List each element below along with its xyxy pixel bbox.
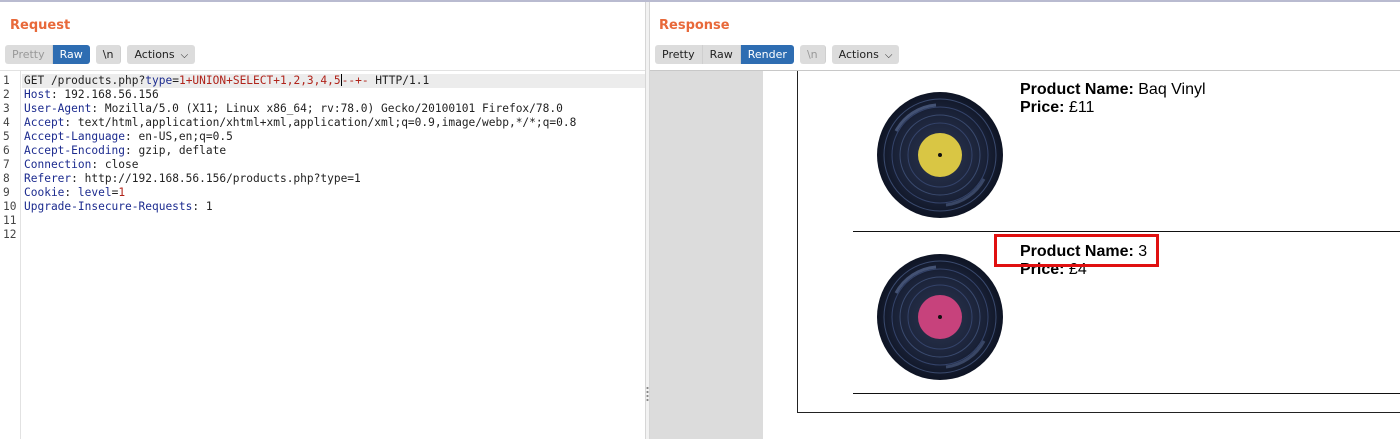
code-text: : 1 [192, 200, 213, 213]
param-value: 1 [118, 186, 126, 199]
line-code: Accept: text/html,application/xhtml+xml,… [24, 116, 576, 130]
response-tab-pretty[interactable]: Pretty [655, 44, 703, 64]
request-line: 8 Referer: http://192.168.56.156/products… [0, 172, 645, 186]
request-editor[interactable]: 1 GET /products.php?type=1+UNION+SELECT+1… [0, 70, 645, 439]
line-number: 6 [3, 144, 10, 157]
header-name: Upgrade-Insecure-Requests [24, 200, 193, 213]
request-tab-pretty[interactable]: Pretty [5, 44, 53, 64]
header-name: Connection [24, 158, 92, 171]
response-panel: Response Pretty Raw Render \n Actions ⌵ [650, 2, 1400, 439]
request-line: 11 [0, 214, 645, 228]
code-text: : close [91, 158, 139, 171]
code-text: : [64, 186, 78, 199]
request-toolbar: Pretty Raw \n Actions ⌵ [5, 44, 201, 64]
line-number: 5 [3, 130, 10, 143]
code-text: : Mozilla/5.0 (X11; Linux x86_64; rv:78.… [91, 102, 563, 115]
header-name: Accept [24, 116, 65, 129]
header-name: Accept-Language [24, 130, 126, 143]
header-name: Cookie [24, 186, 65, 199]
request-line: 12 [0, 228, 645, 242]
code-text: : http://192.168.56.156/products.php?typ… [71, 172, 361, 185]
request-line: 1 GET /products.php?type=1+UNION+SELECT+1… [0, 74, 645, 88]
header-name: Host [24, 88, 51, 101]
request-newline-toggle[interactable]: \n [95, 44, 122, 64]
line-code: Connection: close [24, 158, 139, 172]
line-code: Cookie: level=1 [24, 186, 125, 200]
product-separator [853, 231, 1400, 232]
vinyl-record-icon [877, 92, 1003, 218]
chevron-down-icon: ⌵ [884, 49, 893, 61]
request-line: 9 Cookie: level=1 [0, 186, 645, 200]
response-tab-render[interactable]: Render [740, 44, 794, 64]
request-line: 2 Host: 192.168.56.156 [0, 88, 645, 102]
code-text: = [172, 74, 179, 87]
request-title: Request [10, 18, 71, 33]
response-tab-raw[interactable]: Raw [702, 44, 741, 64]
product-name-label: Product Name: [1020, 81, 1134, 98]
rendered-margin [650, 71, 763, 439]
highlight-annotation-box [994, 234, 1159, 267]
line-number: 4 [3, 116, 10, 129]
response-title: Response [659, 18, 730, 33]
header-name: Accept-Encoding [24, 144, 126, 157]
line-number: 7 [3, 158, 10, 171]
line-code: Referer: http://192.168.56.156/products.… [24, 172, 361, 186]
code-text: : en-US,en;q=0.5 [125, 130, 233, 143]
param-key: type [145, 74, 173, 87]
line-code: Host: 192.168.56.156 [24, 88, 159, 102]
response-actions-button[interactable]: Actions ⌵ [831, 44, 900, 64]
line-code: Accept-Language: en-US,en;q=0.5 [24, 130, 233, 144]
request-line: 7 Connection: close [0, 158, 645, 172]
header-name: Referer [24, 172, 72, 185]
request-line: 10 Upgrade-Insecure-Requests: 1 [0, 200, 645, 214]
code-text: : text/html,application/xhtml+xml,applic… [64, 116, 577, 129]
code-text: : gzip, deflate [125, 144, 227, 157]
product-name-value: Baq Vinyl [1138, 81, 1206, 98]
line-number: 8 [3, 172, 10, 185]
code-text: GET /products.php? [24, 74, 146, 87]
request-line: 5 Accept-Language: en-US,en;q=0.5 [0, 130, 645, 144]
line-number: 9 [3, 186, 10, 199]
response-newline-toggle[interactable]: \n [799, 44, 826, 64]
param-key: level [77, 186, 112, 199]
product-price-value: £11 [1068, 99, 1095, 116]
line-code: GET /products.php?type=1+UNION+SELECT+1,… [24, 74, 429, 88]
response-toolbar: Pretty Raw Render \n Actions ⌵ [655, 44, 905, 64]
request-actions-button[interactable]: Actions ⌵ [127, 44, 196, 64]
line-number: 1 [3, 74, 10, 87]
line-number: 10 [3, 200, 17, 213]
line-code: Accept-Encoding: gzip, deflate [24, 144, 226, 158]
vinyl-record-icon [877, 254, 1003, 380]
product-price-label: Price: [1020, 99, 1065, 116]
product-name-line: Product Name: Baq Vinyl [1020, 81, 1206, 99]
response-view-tabs: Pretty Raw Render [655, 44, 794, 64]
line-number: 11 [3, 214, 17, 227]
request-tab-raw[interactable]: Raw [52, 44, 90, 64]
code-text: HTTP/1.1 [368, 74, 430, 87]
chevron-down-icon: ⌵ [180, 49, 189, 61]
param-value: 1+UNION+SELECT+1,2,3,4,5 [178, 74, 341, 87]
line-number: 12 [3, 228, 17, 241]
response-actions-label: Actions [838, 47, 879, 61]
header-name: User-Agent [24, 102, 92, 115]
request-actions-label: Actions [134, 47, 175, 61]
line-number: 3 [3, 102, 10, 115]
request-view-tabs: Pretty Raw [5, 44, 90, 64]
product-price-line: Price: £11 [1020, 99, 1094, 117]
splitter-grip-icon[interactable] [646, 386, 649, 402]
line-code: Upgrade-Insecure-Requests: 1 [24, 200, 213, 214]
product-separator [853, 393, 1400, 394]
code-text: : 192.168.56.156 [50, 88, 159, 101]
line-number: 2 [3, 88, 10, 101]
request-panel: Request Pretty Raw \n Actions ⌵ 1 GET /pro… [0, 2, 645, 439]
request-line: 6 Accept-Encoding: gzip, deflate [0, 144, 645, 158]
rendered-page[interactable]: Product Name: Baq Vinyl Price: £11 Produ… [650, 70, 1400, 439]
param-value: --+- [341, 74, 369, 87]
request-line: 3 User-Agent: Mozilla/5.0 (X11; Linux x86… [0, 102, 645, 116]
line-code: User-Agent: Mozilla/5.0 (X11; Linux x86_… [24, 102, 563, 116]
request-line: 4 Accept: text/html,application/xhtml+xml… [0, 116, 645, 130]
